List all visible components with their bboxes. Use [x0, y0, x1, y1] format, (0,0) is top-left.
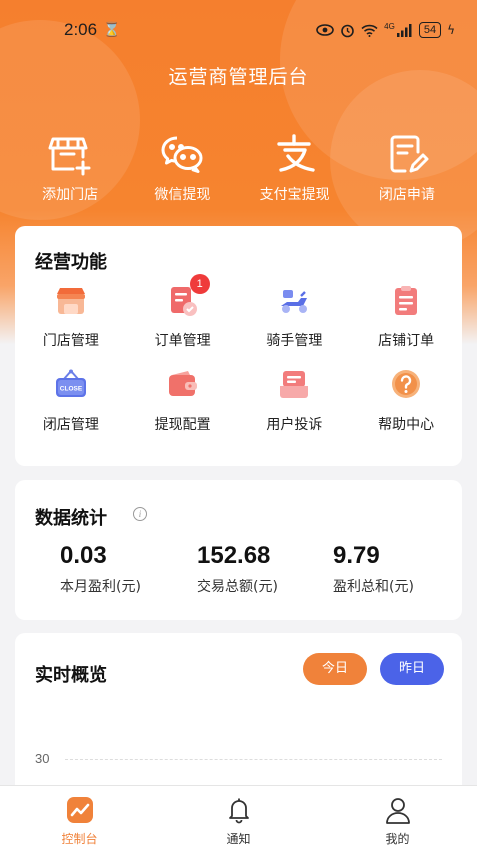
section-title: 数据统计 [35, 508, 107, 529]
page-title: 运营商管理后台 [168, 66, 309, 88]
alarm-icon [341, 24, 354, 37]
edit-document-icon [390, 135, 429, 173]
today-button[interactable]: 今日 [303, 653, 367, 685]
wifi-icon [361, 24, 378, 37]
function-label: 骑手管理 [266, 333, 323, 349]
function-close-store-management[interactable]: CLOSE 闭店管理 [15, 368, 127, 434]
wallet-icon [168, 371, 197, 396]
function-label: 门店管理 [42, 333, 99, 349]
clipboard-icon [395, 286, 418, 315]
chart-axis-tick: 30 [35, 751, 50, 766]
signal-type: 4G [384, 22, 395, 31]
quick-alipay-withdraw[interactable]: 支付宝提现 [240, 132, 350, 204]
scooter-icon [281, 290, 308, 313]
status-time: 2:06 [64, 20, 98, 39]
function-grid: 门店管理 1 订单管理 骑手管理 店铺订单 CLOSE 闭店管理 提现配置 用户… [15, 274, 462, 434]
function-store-management[interactable]: 门店管理 [15, 284, 127, 350]
function-shop-orders[interactable]: 店铺订单 [350, 284, 462, 350]
tab-notifications[interactable]: 通知 [159, 786, 318, 850]
section-title: 经营功能 [35, 252, 107, 273]
function-label: 闭店管理 [42, 417, 99, 433]
bell-icon [228, 798, 249, 824]
close-sign-icon: CLOSE [55, 369, 86, 397]
section-title: 实时概览 [35, 665, 107, 686]
realtime-overview-card: 实时概览 今日 昨日 30 [15, 633, 462, 803]
status-icons: 4G 54 ϟ [316, 22, 455, 38]
business-functions-card: 经营功能 门店管理 1 订单管理 骑手管理 店铺订单 CLOSE 闭店管理 提现… [15, 226, 462, 466]
function-rider-management[interactable]: 骑手管理 [239, 284, 351, 350]
quick-add-store[interactable]: 添加门店 [15, 132, 125, 204]
stat-total-profit: 9.79 盈利总和(元) [333, 542, 414, 596]
complaint-icon [280, 371, 309, 398]
alipay-icon [276, 134, 315, 172]
stat-label: 交易总额(元) [197, 579, 278, 595]
function-label: 订单管理 [154, 333, 211, 349]
tab-label: 控制台 [61, 832, 98, 846]
eye-icon [316, 24, 334, 36]
stat-value: 152.68 [197, 542, 271, 569]
quick-actions: 添加门店 微信提现 支付宝提现 闭店申请 [0, 132, 477, 204]
function-label: 用户投诉 [266, 417, 323, 433]
battery-indicator: 54 [418, 22, 442, 38]
charging-icon: ϟ [447, 23, 455, 37]
help-icon [392, 370, 421, 398]
stat-month-profit: 0.03 本月盈利(元) [60, 542, 141, 596]
quick-wechat-withdraw[interactable]: 微信提现 [127, 132, 237, 204]
stat-label: 本月盈利(元) [60, 579, 141, 595]
close-sign-text: CLOSE [60, 386, 83, 393]
function-order-management[interactable]: 1 订单管理 [127, 274, 239, 350]
add-store-icon [48, 137, 91, 176]
tab-dashboard[interactable]: 控制台 [0, 786, 159, 850]
yesterday-button[interactable]: 昨日 [380, 653, 444, 685]
hourglass-icon: ⌛ [103, 22, 121, 38]
wechat-icon [161, 136, 203, 173]
function-user-complaints[interactable]: 用户投诉 [239, 368, 351, 434]
function-label: 帮助中心 [378, 417, 435, 433]
quick-label: 微信提现 [154, 187, 211, 203]
quick-label: 添加门店 [42, 187, 99, 203]
bottom-tab-bar: 控制台 通知 我的 [0, 785, 477, 850]
quick-label: 闭店申请 [378, 187, 435, 203]
signal-icon [396, 23, 412, 37]
stat-label: 盈利总和(元) [333, 579, 414, 595]
tab-profile[interactable]: 我的 [318, 786, 477, 850]
tab-label: 通知 [226, 832, 251, 846]
tab-label: 我的 [385, 832, 410, 846]
function-help-center[interactable]: 帮助中心 [350, 368, 462, 434]
function-label: 提现配置 [154, 417, 211, 433]
status-bar: 2:06 ⌛ 4G 54 ϟ [0, 0, 477, 60]
info-icon[interactable]: i [133, 507, 147, 521]
stat-value: 9.79 [333, 542, 380, 569]
statistics-card: 数据统计 i 0.03 本月盈利(元) 152.68 交易总额(元) 9.79 … [15, 480, 462, 620]
function-label: 店铺订单 [378, 333, 435, 349]
dashboard-icon [66, 797, 93, 823]
chart-gridline [65, 759, 442, 760]
notification-badge: 1 [189, 274, 210, 294]
stat-total-transactions: 152.68 交易总额(元) [197, 542, 278, 596]
stat-value: 0.03 [60, 542, 107, 569]
quick-close-store-apply[interactable]: 闭店申请 [352, 132, 462, 204]
store-icon [56, 288, 85, 314]
function-withdraw-config[interactable]: 提现配置 [127, 368, 239, 434]
user-icon [385, 798, 410, 824]
quick-label: 支付宝提现 [259, 187, 330, 203]
